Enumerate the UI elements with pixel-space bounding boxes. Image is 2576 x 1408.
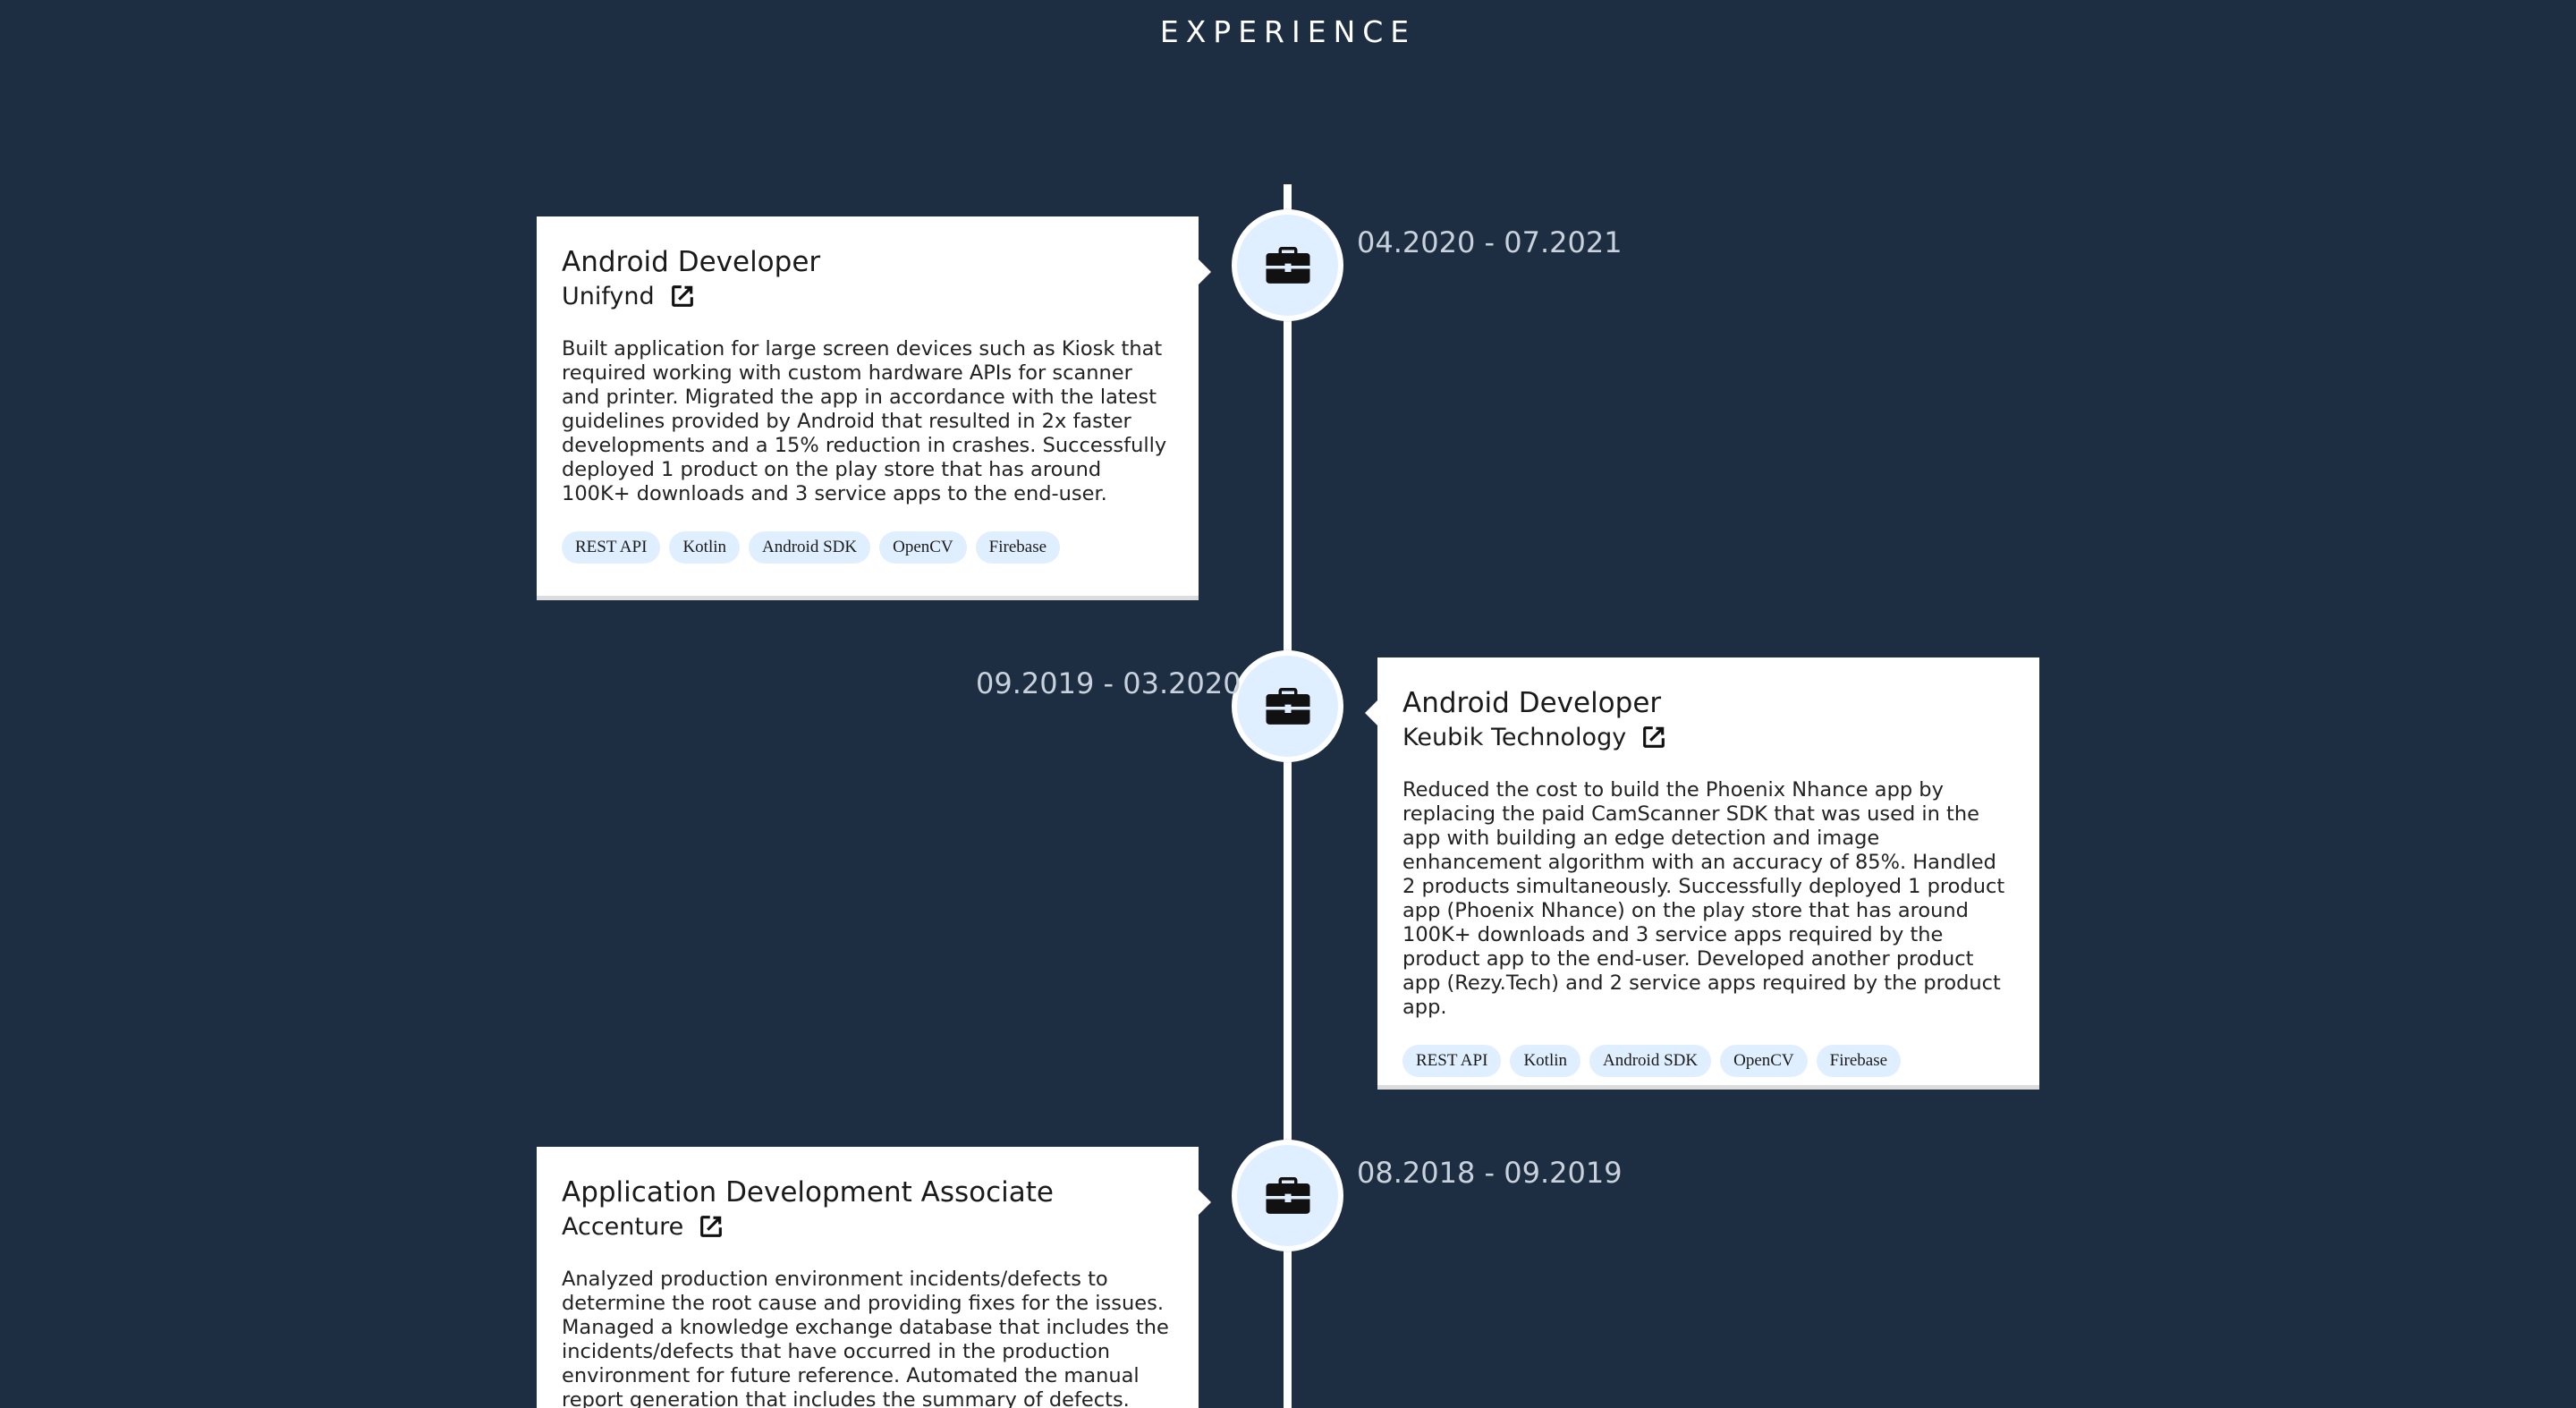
skill-tag: Kotlin (1510, 1044, 1580, 1077)
job-description: Analyzed production environment incident… (562, 1267, 1169, 1408)
briefcase-icon (1266, 1176, 1309, 1214)
company-name: Unifynd (562, 282, 655, 310)
job-description: Built application for large screen devic… (562, 336, 1167, 505)
job-title: Android Developer (1402, 687, 1662, 719)
experience-card: Android Developer Keubik Technology Redu… (1365, 657, 2039, 1085)
timeline-marker (1232, 650, 1343, 762)
timeline-marker (1232, 209, 1343, 321)
skill-tag: REST API (1402, 1044, 1502, 1077)
skill-tag: Firebase (975, 530, 1061, 564)
company-row: Unifynd (562, 283, 1174, 310)
skill-tag: Firebase (1816, 1044, 1902, 1077)
company-row: Keubik Technology (1402, 724, 2014, 751)
tag-list: REST API Kotlin Android SDK OpenCV Fireb… (1402, 1044, 2014, 1077)
briefcase-icon (1266, 246, 1309, 284)
date-range: 09.2019 - 03.2020 (976, 666, 1241, 700)
date-range: 04.2020 - 07.2021 (1357, 225, 1623, 259)
skill-tag: REST API (562, 530, 661, 564)
tag-list: REST API Kotlin Android SDK OpenCV Fireb… (562, 530, 1174, 564)
external-link-icon[interactable] (698, 1213, 724, 1240)
experience-page: EXPERIENCE Android Developer Unifynd Bui… (0, 0, 2576, 1408)
external-link-icon[interactable] (1640, 724, 1667, 751)
card-arrow (1199, 1190, 1211, 1215)
company-name: Keubik Technology (1402, 723, 1627, 751)
card-arrow (1365, 700, 1377, 725)
job-description: Reduced the cost to build the Phoenix Nh… (1402, 777, 2005, 1019)
skill-tag: Android SDK (749, 530, 871, 564)
experience-card: Android Developer Unifynd Built applicat… (537, 216, 1211, 596)
date-range: 08.2018 - 09.2019 (1357, 1156, 1623, 1190)
skill-tag: OpenCV (1720, 1044, 1808, 1077)
company-name: Accenture (562, 1212, 684, 1241)
external-link-icon[interactable] (669, 283, 696, 310)
job-title: Application Development Associate (562, 1176, 1054, 1209)
briefcase-icon (1266, 687, 1309, 725)
experience-card: Application Development Associate Accent… (537, 1147, 1211, 1408)
skill-tag: Kotlin (669, 530, 740, 564)
section-title: EXPERIENCE (1159, 14, 1417, 49)
skill-tag: OpenCV (879, 530, 967, 564)
skill-tag: Android SDK (1589, 1044, 1712, 1077)
card-arrow (1199, 259, 1211, 284)
company-row: Accenture (562, 1213, 1174, 1241)
job-title: Android Developer (562, 246, 821, 278)
timeline-marker (1232, 1140, 1343, 1251)
